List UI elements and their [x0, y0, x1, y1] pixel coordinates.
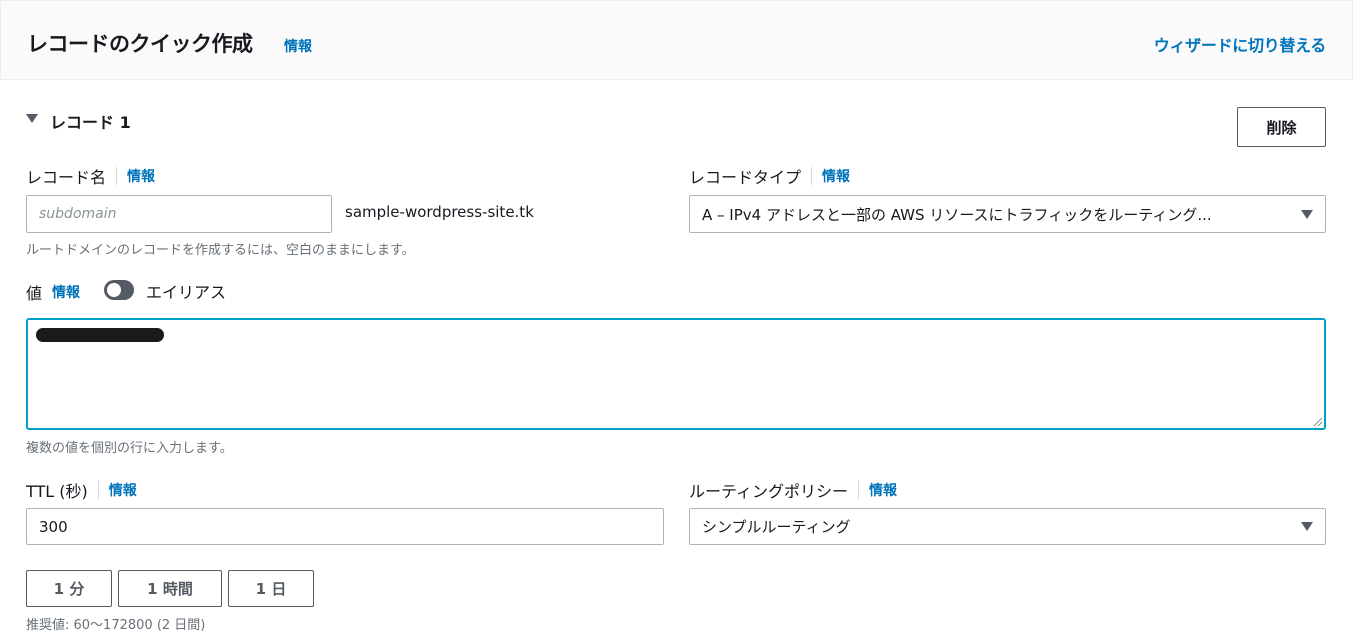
- collapse-caret-icon[interactable]: [26, 114, 38, 123]
- record-type-label-group: レコードタイプ 情報: [689, 164, 850, 188]
- routing-policy-label-group: ルーティングポリシー 情報: [689, 478, 897, 502]
- ttl-1-hour-button[interactable]: 1 時間: [118, 570, 222, 607]
- panel-header: レコードのクイック作成 情報 ウィザードに切り替える: [0, 0, 1353, 80]
- title-info-link[interactable]: 情報: [284, 36, 312, 56]
- routing-policy-value: シンプルルーティング: [702, 518, 851, 536]
- alias-toggle[interactable]: [104, 280, 134, 300]
- page-title: レコードのクイック作成: [27, 32, 253, 56]
- label-divider: [858, 481, 860, 499]
- label-divider: [116, 167, 118, 185]
- ttl-input[interactable]: 300: [26, 508, 664, 545]
- record-name-placeholder: subdomain: [39, 206, 117, 222]
- ttl-value: 300: [39, 517, 68, 536]
- ttl-1-day-button[interactable]: 1 日: [228, 570, 314, 607]
- dropdown-arrow-icon: [1301, 522, 1313, 531]
- record-type-info-link[interactable]: 情報: [822, 166, 850, 186]
- record-name-label-group: レコード名 情報: [26, 164, 155, 188]
- label-divider: [811, 167, 813, 185]
- value-label-group: 値 情報: [26, 280, 80, 304]
- record-type-value: A – IPv4 アドレスと一部の AWS リソースにトラフィックをルーティング…: [702, 205, 1212, 224]
- record-name-label: レコード名: [26, 168, 107, 187]
- routing-policy-select[interactable]: シンプルルーティング: [689, 508, 1326, 545]
- ttl-label: TTL (秒): [26, 482, 88, 501]
- value-hint: 複数の値を個別の行に入力します。: [26, 441, 233, 456]
- record-name-input[interactable]: subdomain: [26, 195, 332, 233]
- record-heading[interactable]: レコード 1: [50, 109, 131, 133]
- domain-suffix: sample-wordpress-site.tk: [345, 203, 534, 221]
- record-type-select[interactable]: A – IPv4 アドレスと一部の AWS リソースにトラフィックをルーティング…: [689, 195, 1326, 233]
- switch-to-wizard-link[interactable]: ウィザードに切り替える: [1154, 32, 1327, 56]
- label-divider: [97, 481, 99, 499]
- ttl-1-minute-button[interactable]: 1 分: [26, 570, 112, 607]
- routing-policy-info-link[interactable]: 情報: [869, 480, 897, 500]
- toggle-knob: [107, 283, 121, 297]
- alias-label: エイリアス: [146, 283, 227, 302]
- value-textarea[interactable]: [26, 318, 1326, 430]
- record-name-hint: ルートドメインのレコードを作成するには、空白のままにします。: [26, 243, 415, 258]
- ttl-label-group: TTL (秒) 情報: [26, 478, 137, 502]
- redacted-value: [36, 328, 164, 342]
- value-label: 値: [26, 284, 43, 303]
- value-info-link[interactable]: 情報: [52, 282, 80, 302]
- ttl-hint: 推奨値: 60～172800 (2 日間): [26, 618, 206, 633]
- record-type-label: レコードタイプ: [689, 168, 802, 187]
- record-name-info-link[interactable]: 情報: [127, 166, 155, 186]
- dropdown-arrow-icon: [1301, 209, 1313, 219]
- resize-grip-icon[interactable]: [1312, 416, 1322, 426]
- routing-policy-label: ルーティングポリシー: [689, 482, 849, 501]
- ttl-info-link[interactable]: 情報: [109, 480, 137, 500]
- delete-button[interactable]: 削除: [1237, 107, 1326, 147]
